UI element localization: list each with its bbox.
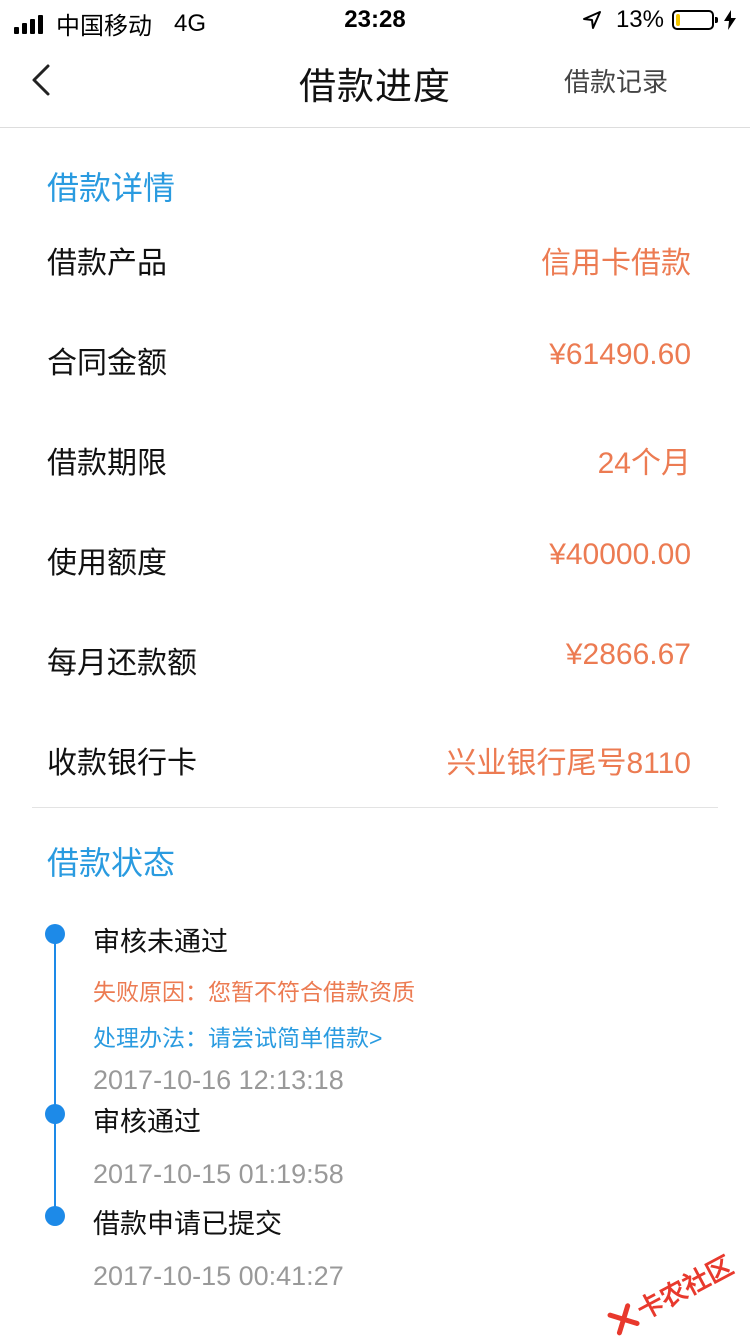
detail-row-monthly-payment: 每月还款额 ¥2866.67	[0, 620, 750, 720]
status-right: 13%	[582, 6, 736, 34]
timeline-item-submitted: 借款申请已提交 2017-10-15 00:41:27	[93, 1202, 344, 1292]
status-timeline: 审核未通过 失败原因：您暂不符合借款资质 处理办法：请尝试简单借款> 2017-…	[0, 900, 750, 1300]
detail-value: 信用卡借款	[541, 247, 691, 280]
timeline-dot	[45, 924, 65, 944]
detail-value: ¥61490.60	[549, 338, 691, 371]
location-arrow-icon	[582, 11, 601, 29]
timeline-time: 2017-10-15 00:41:27	[93, 1261, 344, 1291]
battery-fill	[676, 14, 680, 26]
section-divider	[32, 807, 718, 808]
detail-label: 借款期限	[47, 447, 167, 480]
detail-label: 每月还款额	[47, 647, 197, 680]
battery-percent: 13%	[615, 6, 664, 33]
detail-label: 借款产品	[47, 247, 167, 280]
timeline-time: 2017-10-15 01:19:58	[93, 1159, 344, 1189]
detail-value: ¥2866.67	[565, 638, 691, 671]
timeline-line	[54, 934, 56, 1216]
timeline-title: 借款申请已提交	[93, 1209, 282, 1239]
timeline-dot	[45, 1104, 65, 1124]
timeline-item-rejected: 审核未通过 失败原因：您暂不符合借款资质 处理办法：请尝试简单借款> 2017-…	[93, 920, 415, 1096]
detail-value: 24个月	[597, 447, 691, 480]
detail-row-contract-amount: 合同金额 ¥61490.60	[0, 320, 750, 420]
charging-bolt-icon	[724, 10, 736, 30]
detail-label: 合同金额	[47, 347, 167, 380]
failure-reason: 失败原因：您暂不符合借款资质	[93, 979, 415, 1005]
detail-value: 兴业银行尾号8110	[446, 747, 691, 780]
detail-value: ¥40000.00	[549, 538, 691, 571]
detail-row-bank-card: 收款银行卡 兴业银行尾号8110	[0, 720, 750, 820]
timeline-time: 2017-10-16 12:13:18	[93, 1065, 344, 1095]
detail-label: 收款银行卡	[47, 747, 197, 780]
detail-row-product: 借款产品 信用卡借款	[0, 220, 750, 320]
status-bar: 中国移动 4G 23:28 13%	[0, 0, 750, 40]
details-section-title: 借款详情	[47, 170, 176, 206]
battery-icon	[672, 10, 718, 30]
timeline-title: 审核未通过	[93, 927, 228, 957]
detail-list: 借款产品 信用卡借款 合同金额 ¥61490.60 借款期限 24个月 使用额度…	[0, 220, 750, 820]
status-section-title: 借款状态	[47, 845, 176, 881]
timeline-item-approved: 审核通过 2017-10-15 01:19:58	[93, 1100, 344, 1190]
detail-row-credit-used: 使用额度 ¥40000.00	[0, 520, 750, 620]
timeline-dot	[45, 1206, 65, 1226]
detail-row-term: 借款期限 24个月	[0, 420, 750, 520]
timeline-title: 审核通过	[93, 1107, 201, 1137]
handling-suggestion-link[interactable]: 处理办法：请尝试简单借款>	[93, 1019, 415, 1053]
loan-record-link[interactable]: 借款记录	[564, 62, 668, 99]
nav-bar: 借款进度 借款记录	[0, 40, 750, 128]
detail-label: 使用额度	[47, 547, 167, 580]
